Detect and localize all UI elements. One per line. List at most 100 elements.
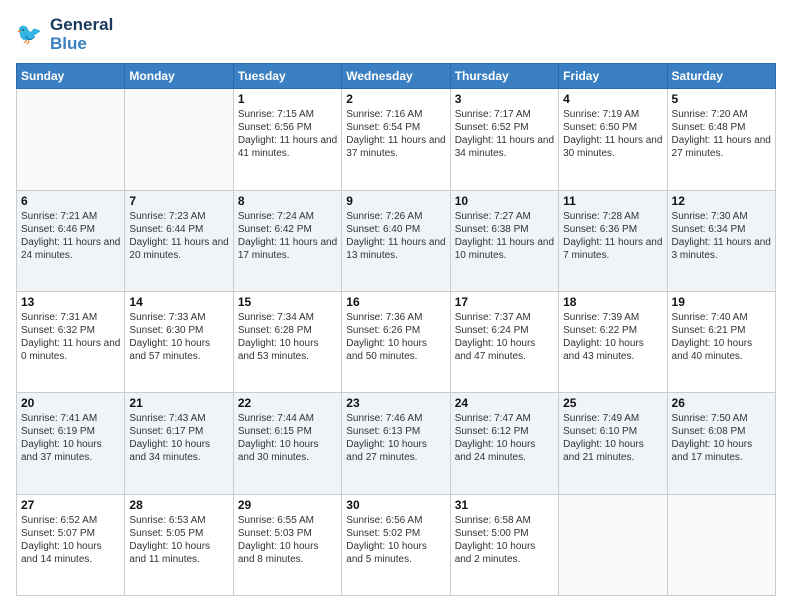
- daylight-text: Daylight: 11 hours and 17 minutes.: [238, 236, 337, 262]
- day-number: 2: [346, 92, 445, 106]
- calendar-header-friday: Friday: [559, 64, 667, 89]
- calendar-cell: 7 Sunrise: 7:23 AM Sunset: 6:44 PM Dayli…: [125, 190, 233, 291]
- calendar-header-saturday: Saturday: [667, 64, 775, 89]
- day-number: 15: [238, 295, 337, 309]
- daylight-text: Daylight: 11 hours and 37 minutes.: [346, 134, 445, 160]
- day-number: 20: [21, 396, 120, 410]
- calendar-week-row: 13 Sunrise: 7:31 AM Sunset: 6:32 PM Dayl…: [17, 292, 776, 393]
- sunset-text: Sunset: 6:30 PM: [129, 324, 228, 337]
- page: 🐦 General Blue SundayMondayTuesdayWednes…: [0, 0, 792, 612]
- logo-text: General Blue: [50, 16, 113, 53]
- day-number: 27: [21, 498, 120, 512]
- day-number: 25: [563, 396, 662, 410]
- sunset-text: Sunset: 6:32 PM: [21, 324, 120, 337]
- calendar-cell: [559, 494, 667, 595]
- svg-text:🐦: 🐦: [16, 23, 42, 46]
- sunrise-text: Sunrise: 7:23 AM: [129, 210, 228, 223]
- sunset-text: Sunset: 6:52 PM: [455, 121, 554, 134]
- calendar-header-monday: Monday: [125, 64, 233, 89]
- sunrise-text: Sunrise: 7:43 AM: [129, 412, 228, 425]
- calendar-cell: 15 Sunrise: 7:34 AM Sunset: 6:28 PM Dayl…: [233, 292, 341, 393]
- calendar-cell: 23 Sunrise: 7:46 AM Sunset: 6:13 PM Dayl…: [342, 393, 450, 494]
- calendar-week-row: 20 Sunrise: 7:41 AM Sunset: 6:19 PM Dayl…: [17, 393, 776, 494]
- sunrise-text: Sunrise: 7:20 AM: [672, 108, 771, 121]
- day-number: 8: [238, 194, 337, 208]
- sunrise-text: Sunrise: 7:27 AM: [455, 210, 554, 223]
- sunrise-text: Sunrise: 7:26 AM: [346, 210, 445, 223]
- day-number: 22: [238, 396, 337, 410]
- sunset-text: Sunset: 6:54 PM: [346, 121, 445, 134]
- calendar-cell: 8 Sunrise: 7:24 AM Sunset: 6:42 PM Dayli…: [233, 190, 341, 291]
- calendar-cell: 18 Sunrise: 7:39 AM Sunset: 6:22 PM Dayl…: [559, 292, 667, 393]
- daylight-text: Daylight: 10 hours and 21 minutes.: [563, 438, 662, 464]
- sunrise-text: Sunrise: 7:21 AM: [21, 210, 120, 223]
- calendar-cell: 12 Sunrise: 7:30 AM Sunset: 6:34 PM Dayl…: [667, 190, 775, 291]
- day-number: 3: [455, 92, 554, 106]
- calendar-cell: 13 Sunrise: 7:31 AM Sunset: 6:32 PM Dayl…: [17, 292, 125, 393]
- sunrise-text: Sunrise: 7:47 AM: [455, 412, 554, 425]
- sunrise-text: Sunrise: 7:37 AM: [455, 311, 554, 324]
- calendar-cell: 24 Sunrise: 7:47 AM Sunset: 6:12 PM Dayl…: [450, 393, 558, 494]
- sunrise-text: Sunrise: 7:36 AM: [346, 311, 445, 324]
- sunrise-text: Sunrise: 6:55 AM: [238, 514, 337, 527]
- calendar-cell: 27 Sunrise: 6:52 AM Sunset: 5:07 PM Dayl…: [17, 494, 125, 595]
- day-number: 24: [455, 396, 554, 410]
- sunrise-text: Sunrise: 7:50 AM: [672, 412, 771, 425]
- calendar-cell: 22 Sunrise: 7:44 AM Sunset: 6:15 PM Dayl…: [233, 393, 341, 494]
- calendar-cell: 1 Sunrise: 7:15 AM Sunset: 6:56 PM Dayli…: [233, 89, 341, 190]
- sunrise-text: Sunrise: 6:53 AM: [129, 514, 228, 527]
- calendar-cell: 4 Sunrise: 7:19 AM Sunset: 6:50 PM Dayli…: [559, 89, 667, 190]
- daylight-text: Daylight: 10 hours and 43 minutes.: [563, 337, 662, 363]
- daylight-text: Daylight: 10 hours and 2 minutes.: [455, 540, 554, 566]
- sunrise-text: Sunrise: 7:19 AM: [563, 108, 662, 121]
- daylight-text: Daylight: 10 hours and 17 minutes.: [672, 438, 771, 464]
- sunrise-text: Sunrise: 7:28 AM: [563, 210, 662, 223]
- calendar-cell: 28 Sunrise: 6:53 AM Sunset: 5:05 PM Dayl…: [125, 494, 233, 595]
- sunset-text: Sunset: 6:36 PM: [563, 223, 662, 236]
- sunrise-text: Sunrise: 7:31 AM: [21, 311, 120, 324]
- sunrise-text: Sunrise: 7:39 AM: [563, 311, 662, 324]
- daylight-text: Daylight: 10 hours and 11 minutes.: [129, 540, 228, 566]
- calendar-header-wednesday: Wednesday: [342, 64, 450, 89]
- daylight-text: Daylight: 10 hours and 37 minutes.: [21, 438, 120, 464]
- sunset-text: Sunset: 6:56 PM: [238, 121, 337, 134]
- sunrise-text: Sunrise: 7:15 AM: [238, 108, 337, 121]
- sunrise-text: Sunrise: 7:16 AM: [346, 108, 445, 121]
- sunset-text: Sunset: 6:08 PM: [672, 425, 771, 438]
- logo: 🐦 General Blue: [16, 16, 113, 53]
- calendar-header-thursday: Thursday: [450, 64, 558, 89]
- calendar-cell: 5 Sunrise: 7:20 AM Sunset: 6:48 PM Dayli…: [667, 89, 775, 190]
- day-number: 28: [129, 498, 228, 512]
- calendar-cell: 3 Sunrise: 7:17 AM Sunset: 6:52 PM Dayli…: [450, 89, 558, 190]
- calendar-cell: [125, 89, 233, 190]
- sunset-text: Sunset: 6:34 PM: [672, 223, 771, 236]
- daylight-text: Daylight: 11 hours and 7 minutes.: [563, 236, 662, 262]
- calendar-week-row: 6 Sunrise: 7:21 AM Sunset: 6:46 PM Dayli…: [17, 190, 776, 291]
- sunrise-text: Sunrise: 7:34 AM: [238, 311, 337, 324]
- daylight-text: Daylight: 11 hours and 24 minutes.: [21, 236, 120, 262]
- day-number: 19: [672, 295, 771, 309]
- daylight-text: Daylight: 10 hours and 53 minutes.: [238, 337, 337, 363]
- sunrise-text: Sunrise: 7:46 AM: [346, 412, 445, 425]
- daylight-text: Daylight: 11 hours and 41 minutes.: [238, 134, 337, 160]
- day-number: 7: [129, 194, 228, 208]
- daylight-text: Daylight: 10 hours and 57 minutes.: [129, 337, 228, 363]
- sunset-text: Sunset: 6:24 PM: [455, 324, 554, 337]
- sunset-text: Sunset: 6:22 PM: [563, 324, 662, 337]
- day-number: 16: [346, 295, 445, 309]
- daylight-text: Daylight: 10 hours and 14 minutes.: [21, 540, 120, 566]
- sunrise-text: Sunrise: 7:40 AM: [672, 311, 771, 324]
- sunrise-text: Sunrise: 7:44 AM: [238, 412, 337, 425]
- sunrise-text: Sunrise: 7:30 AM: [672, 210, 771, 223]
- daylight-text: Daylight: 11 hours and 27 minutes.: [672, 134, 771, 160]
- calendar-cell: [17, 89, 125, 190]
- calendar-cell: 14 Sunrise: 7:33 AM Sunset: 6:30 PM Dayl…: [125, 292, 233, 393]
- daylight-text: Daylight: 11 hours and 13 minutes.: [346, 236, 445, 262]
- daylight-text: Daylight: 10 hours and 40 minutes.: [672, 337, 771, 363]
- daylight-text: Daylight: 10 hours and 24 minutes.: [455, 438, 554, 464]
- calendar-header-row: SundayMondayTuesdayWednesdayThursdayFrid…: [17, 64, 776, 89]
- calendar-cell: 29 Sunrise: 6:55 AM Sunset: 5:03 PM Dayl…: [233, 494, 341, 595]
- sunset-text: Sunset: 6:15 PM: [238, 425, 337, 438]
- calendar-cell: 6 Sunrise: 7:21 AM Sunset: 6:46 PM Dayli…: [17, 190, 125, 291]
- daylight-text: Daylight: 10 hours and 50 minutes.: [346, 337, 445, 363]
